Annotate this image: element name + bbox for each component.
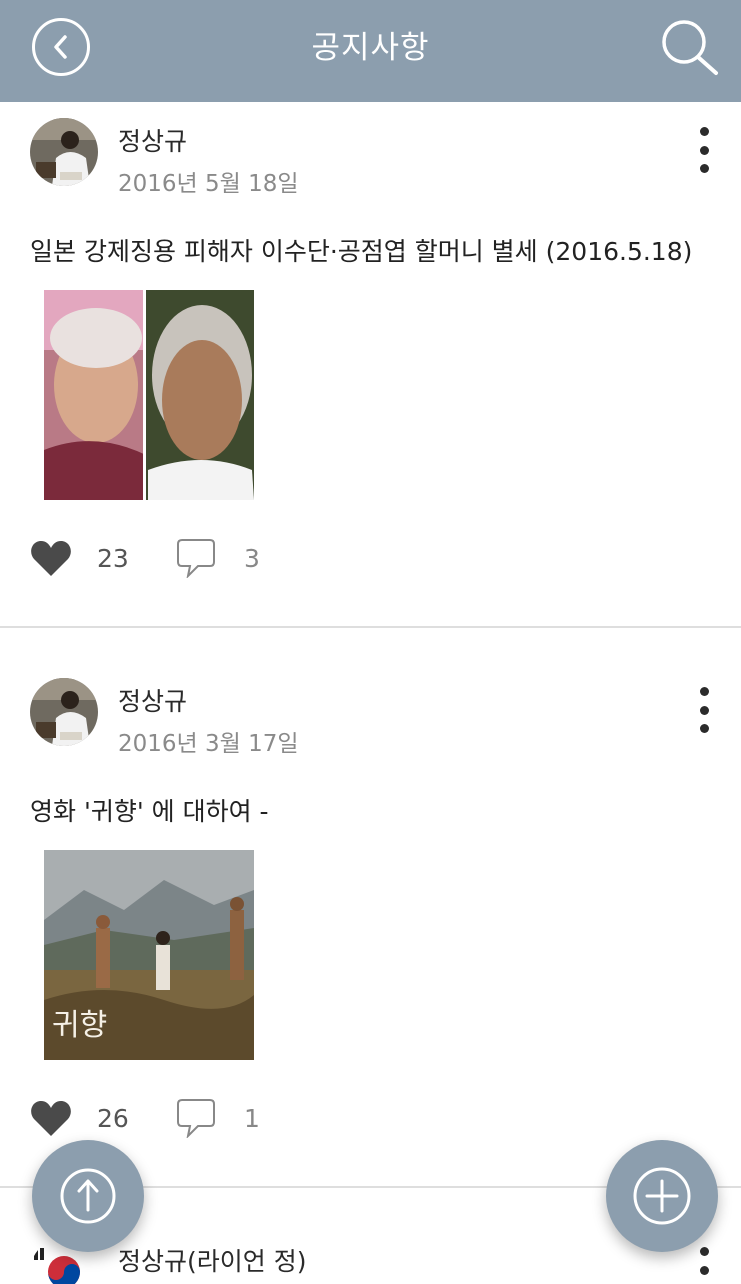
more-dot — [699, 164, 709, 173]
author-name[interactable]: 정상규 — [118, 682, 187, 718]
more-dot — [699, 705, 709, 715]
more-options-button[interactable] — [690, 1247, 718, 1284]
more-dot — [699, 1265, 709, 1275]
more-options-button[interactable] — [690, 127, 718, 173]
search-button[interactable] — [658, 17, 722, 77]
app-header: 공지사항 — [0, 0, 741, 102]
arrow-up-icon — [60, 1168, 116, 1224]
comment-icon[interactable] — [176, 538, 216, 578]
post-image[interactable]: 귀향 — [44, 850, 254, 1060]
author-name[interactable]: 정상규(라이언 정) — [118, 1242, 306, 1278]
post-card: 정상규 2016년 5월 18일 일본 강제징용 피해자 이수단·공점엽 할머니… — [0, 102, 741, 626]
post-divider — [0, 626, 741, 628]
more-dot — [699, 127, 709, 136]
comment-count: 3 — [244, 544, 260, 573]
more-dot — [699, 145, 709, 155]
image-caption: 귀향 — [52, 1008, 107, 1043]
scroll-to-top-button[interactable] — [32, 1140, 144, 1252]
post-text[interactable]: 영화 '귀향' 에 대하여 - — [30, 792, 269, 828]
post-date: 2016년 5월 18일 — [118, 171, 299, 197]
post-date: 2016년 3월 17일 — [118, 731, 299, 757]
more-dot — [699, 1247, 709, 1256]
heart-icon[interactable] — [30, 539, 72, 577]
page-title: 공지사항 — [311, 30, 430, 66]
plus-icon — [633, 1167, 691, 1225]
post-card: 정상규 2016년 3월 17일 영화 '귀향' 에 대하여 - 귀향 26 1 — [0, 662, 741, 1186]
post-text[interactable]: 일본 강제징용 피해자 이수단·공점엽 할머니 별세 (2016.5.18) — [30, 232, 692, 268]
post-image[interactable] — [44, 290, 254, 500]
avatar[interactable] — [30, 678, 98, 746]
comment-count: 1 — [244, 1104, 260, 1133]
like-count: 26 — [97, 1104, 129, 1133]
avatar[interactable] — [30, 118, 98, 186]
more-options-button[interactable] — [690, 687, 718, 733]
add-post-button[interactable] — [606, 1140, 718, 1252]
more-dot — [699, 687, 709, 696]
author-name[interactable]: 정상규 — [118, 122, 187, 158]
like-count: 23 — [97, 544, 129, 573]
heart-icon[interactable] — [30, 1099, 72, 1137]
more-dot — [699, 724, 709, 733]
search-icon — [662, 20, 718, 75]
comment-icon[interactable] — [176, 1098, 216, 1138]
